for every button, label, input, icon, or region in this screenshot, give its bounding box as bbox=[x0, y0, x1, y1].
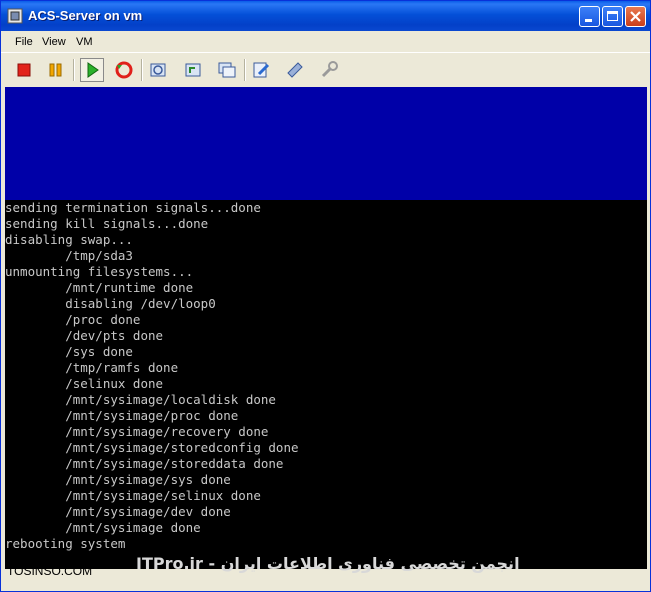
snapshot-manager-button[interactable] bbox=[216, 59, 238, 81]
play-button[interactable] bbox=[80, 58, 104, 82]
reset-button[interactable] bbox=[113, 59, 135, 81]
console-line: /mnt/sysimage/sys done bbox=[5, 472, 231, 487]
bios-banner bbox=[5, 87, 647, 200]
snapshot-icon bbox=[150, 63, 166, 77]
console-line: /mnt/sysimage/localdisk done bbox=[5, 392, 276, 407]
close-button[interactable] bbox=[625, 6, 646, 27]
title-bar[interactable]: ACS-Server on vm bbox=[1, 1, 650, 31]
vmware-app-icon bbox=[7, 8, 23, 24]
console-line: sending termination signals...done bbox=[5, 200, 261, 215]
close-icon bbox=[630, 11, 641, 22]
console-line: /tmp/sda3 bbox=[5, 248, 133, 263]
console-line: /mnt/sysimage/recovery done bbox=[5, 424, 269, 439]
minimize-icon bbox=[585, 19, 592, 22]
menu-view[interactable]: View bbox=[42, 36, 66, 48]
stop-icon bbox=[17, 63, 31, 77]
maximize-icon bbox=[607, 11, 618, 21]
console-line: /proc done bbox=[5, 312, 141, 327]
pause-button[interactable] bbox=[45, 59, 67, 81]
console-line: disabling swap... bbox=[5, 232, 133, 247]
vm-console-screen[interactable]: sending termination signals...done sendin… bbox=[5, 87, 647, 569]
pause-icon bbox=[49, 63, 62, 77]
console-line: /mnt/sysimage/storedconfig done bbox=[5, 440, 299, 455]
menu-bar: File View VM bbox=[1, 32, 650, 52]
console-line: /mnt/sysimage/selinux done bbox=[5, 488, 261, 503]
configure-icon bbox=[321, 61, 338, 78]
console-line: /selinux done bbox=[5, 376, 164, 391]
vmware-tools-button[interactable] bbox=[284, 59, 306, 81]
play-icon bbox=[87, 62, 99, 78]
console-line: /mnt/sysimage/proc done bbox=[5, 408, 239, 423]
site-watermark: TOSINSO.COM bbox=[7, 564, 93, 578]
reset-icon bbox=[115, 61, 133, 79]
snapshot-button[interactable] bbox=[147, 59, 169, 81]
console-line: sending kill signals...done bbox=[5, 216, 209, 231]
console-line: unmounting filesystems... bbox=[5, 264, 194, 279]
console-line: /mnt/sysimage done bbox=[5, 520, 201, 535]
revert-snapshot-icon bbox=[185, 63, 201, 77]
stop-button[interactable] bbox=[13, 59, 35, 81]
snapshot-manager-icon bbox=[218, 62, 236, 78]
console-line: /mnt/sysimage/storeddata done bbox=[5, 456, 284, 471]
console-output: sending termination signals...done sendin… bbox=[5, 200, 647, 552]
minimize-button[interactable] bbox=[579, 6, 600, 27]
window-title: ACS-Server on vm bbox=[28, 8, 143, 23]
console-line: /tmp/ramfs done bbox=[5, 360, 179, 375]
console-line: /mnt/sysimage/dev done bbox=[5, 504, 231, 519]
console-line: /sys done bbox=[5, 344, 133, 359]
console-line: disabling /dev/loop0 bbox=[5, 296, 216, 311]
vmware-tools-icon bbox=[287, 62, 303, 78]
console-line: /dev/pts done bbox=[5, 328, 164, 343]
maximize-button[interactable] bbox=[602, 6, 623, 27]
toolbar bbox=[1, 52, 650, 87]
edit-settings-icon bbox=[253, 62, 270, 78]
menu-file[interactable]: File bbox=[15, 36, 33, 48]
watermark-text: ITPro.ir - انجمن تخصصی فناوری اطلاعات ای… bbox=[136, 554, 520, 573]
console-line: /mnt/runtime done bbox=[5, 280, 194, 295]
menu-vm[interactable]: VM bbox=[76, 36, 93, 48]
vm-window: ACS-Server on vm File View VM sending te… bbox=[0, 0, 651, 592]
edit-settings-button[interactable] bbox=[250, 59, 272, 81]
console-line: rebooting system bbox=[5, 536, 126, 551]
configure-button[interactable] bbox=[318, 59, 340, 81]
revert-snapshot-button[interactable] bbox=[182, 59, 204, 81]
